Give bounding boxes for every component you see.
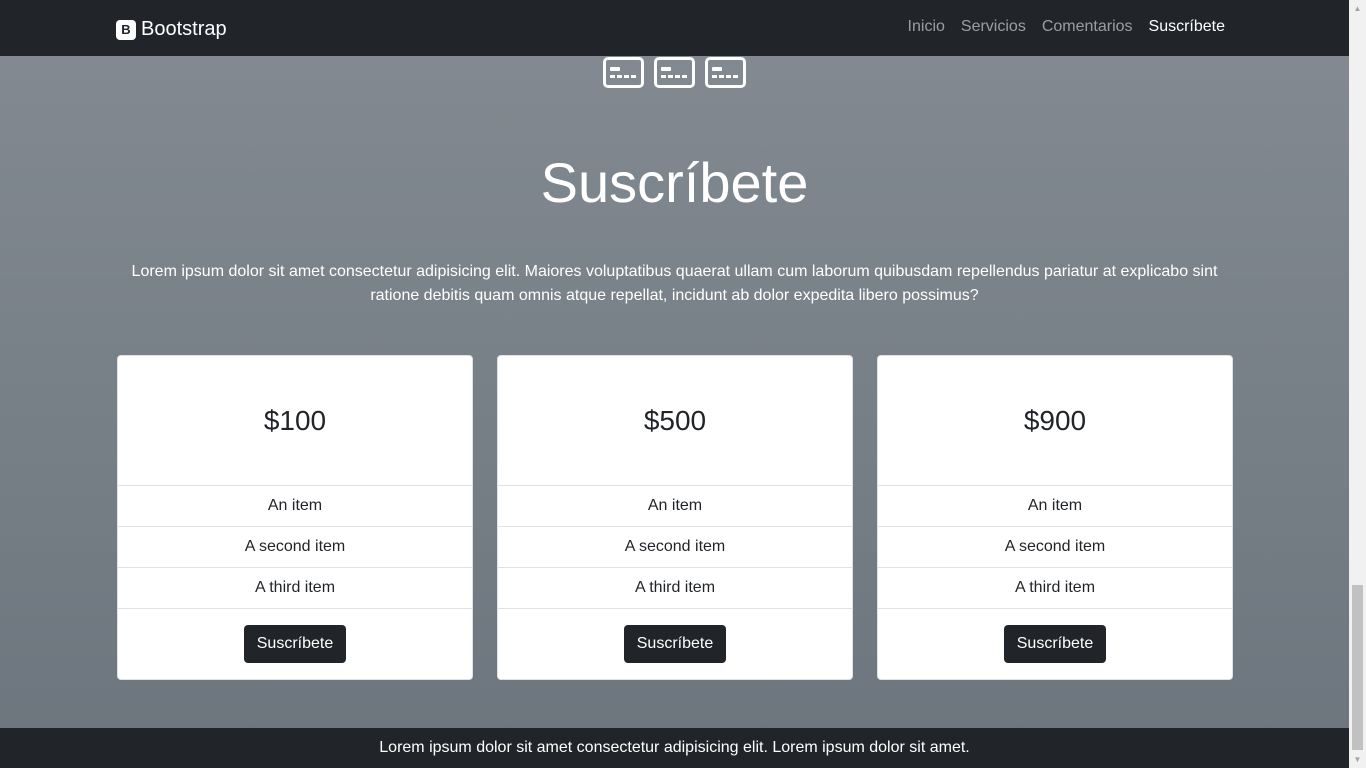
scrollbar[interactable]: ▲ ▼ <box>1349 0 1366 768</box>
section-title: Suscríbete <box>540 151 809 214</box>
footer-text: Lorem ipsum dolor sit amet consectetur a… <box>379 739 970 756</box>
card-price: $100 <box>118 356 472 486</box>
list-item: A third item <box>118 568 472 609</box>
card-price: $900 <box>878 356 1232 486</box>
scroll-thumb[interactable] <box>1352 585 1363 750</box>
card-footer: Suscríbete <box>878 609 1232 679</box>
list-item: A second item <box>498 527 852 568</box>
scroll-up-icon[interactable]: ▲ <box>1349 0 1366 17</box>
nav-links: Inicio Servicios Comentarios Suscríbete <box>908 18 1225 36</box>
subscribe-button[interactable]: Suscríbete <box>243 625 347 663</box>
list-item: A second item <box>118 527 472 568</box>
pricing-card: $100 An item A second item A third item … <box>117 355 473 680</box>
card-footer: Suscríbete <box>118 609 472 679</box>
list-item: A third item <box>498 568 852 609</box>
credit-card-icon <box>654 57 695 88</box>
bootstrap-logo-icon: B <box>116 19 136 40</box>
section-description: Lorem ipsum dolor sit amet consectetur a… <box>131 263 1218 304</box>
list-item: A second item <box>878 527 1232 568</box>
credit-card-icon <box>705 57 746 88</box>
nav-link-suscribete[interactable]: Suscríbete <box>1149 18 1225 36</box>
scroll-down-icon[interactable]: ▼ <box>1349 751 1366 768</box>
list-item: An item <box>118 486 472 527</box>
footer: Lorem ipsum dolor sit amet consectetur a… <box>0 728 1349 768</box>
card-icons <box>603 57 746 88</box>
card-price: $500 <box>498 356 852 486</box>
card-footer: Suscríbete <box>498 609 852 679</box>
pricing-card: $500 An item A second item A third item … <box>497 355 853 680</box>
brand-name: Bootstrap <box>141 18 227 40</box>
subscribe-button[interactable]: Suscríbete <box>1003 625 1107 663</box>
pricing-cards: $100 An item A second item A third item … <box>117 355 1233 680</box>
nav-link-comentarios[interactable]: Comentarios <box>1042 18 1133 36</box>
subscribe-button[interactable]: Suscríbete <box>623 625 727 663</box>
credit-card-icon <box>603 57 644 88</box>
list-item: An item <box>498 486 852 527</box>
nav-link-servicios[interactable]: Servicios <box>961 18 1026 36</box>
pricing-card: $900 An item A second item A third item … <box>877 355 1233 680</box>
navbar: B Bootstrap Inicio Servicios Comentarios… <box>0 0 1349 56</box>
list-item: An item <box>878 486 1232 527</box>
list-item: A third item <box>878 568 1232 609</box>
nav-link-inicio[interactable]: Inicio <box>908 18 945 36</box>
navbar-brand[interactable]: B Bootstrap <box>116 18 227 41</box>
